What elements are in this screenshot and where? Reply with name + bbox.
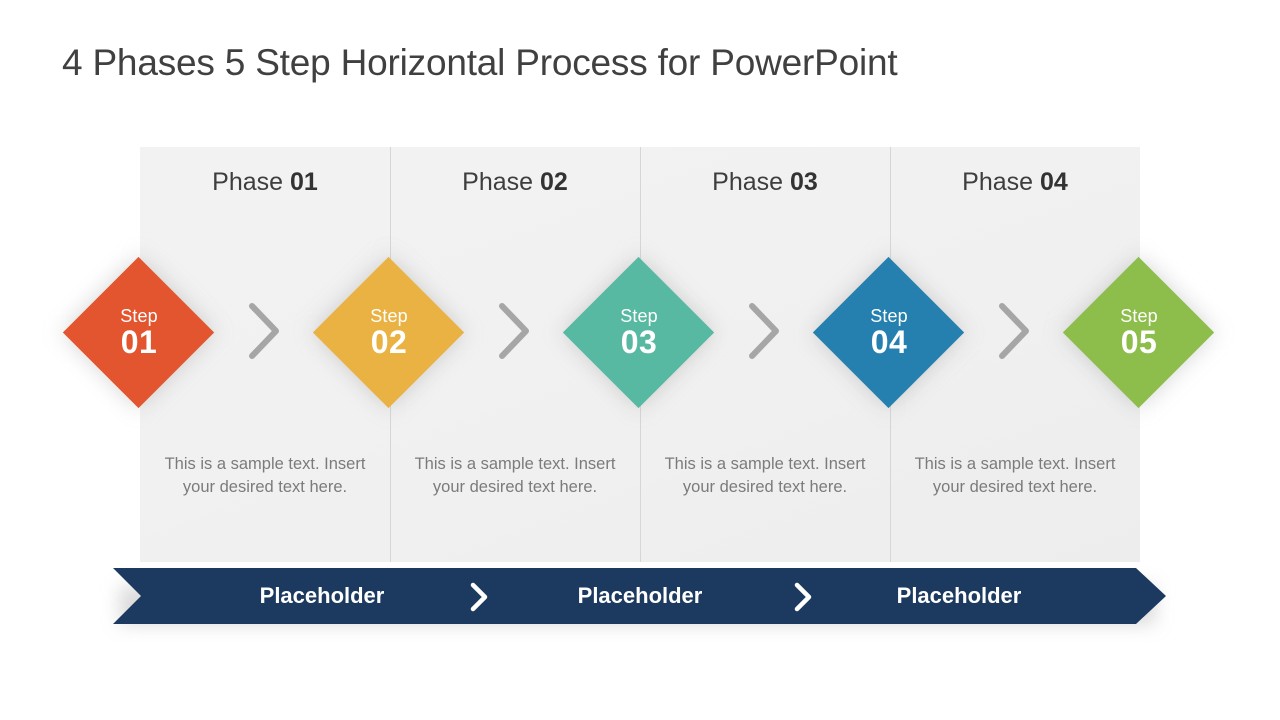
banner-item-1[interactable]: Placeholder	[192, 583, 452, 609]
diamond-shape	[312, 256, 465, 409]
diamond-shape	[562, 256, 715, 409]
phase-header-4: Phase 04	[890, 168, 1140, 197]
step-diamond-5[interactable]: Step 05	[1062, 256, 1215, 409]
phase-header-word: Phase	[962, 168, 1034, 196]
banner-separator-chevron-1	[465, 581, 493, 613]
phase-header-2: Phase 02	[390, 168, 640, 197]
step-diamond-3[interactable]: Step 03	[562, 256, 715, 409]
phase-header-number: 02	[540, 168, 568, 196]
diamond-shape	[62, 256, 215, 409]
chevron-right-icon	[999, 303, 1029, 359]
phase-body-2: This is a sample text. Insert your desir…	[414, 455, 616, 496]
phase-header-number: 03	[790, 168, 818, 196]
chevron-right-icon	[249, 303, 279, 359]
diamond-shape	[1062, 256, 1215, 409]
step-diamond-2[interactable]: Step 02	[312, 256, 465, 409]
chevron-right-icon	[499, 303, 529, 359]
phase-body-1: This is a sample text. Insert your desir…	[164, 455, 366, 496]
phase-header-3: Phase 03	[640, 168, 890, 197]
phase-header-word: Phase	[212, 168, 284, 196]
step-separator-chevron-3	[744, 300, 784, 362]
step-separator-chevron-2	[494, 300, 534, 362]
slide-canvas: 4 Phases 5 Step Horizontal Process for P…	[0, 0, 1280, 720]
banner-separator-chevron-2	[789, 581, 817, 613]
phase-header-word: Phase	[462, 168, 534, 196]
page-title: 4 Phases 5 Step Horizontal Process for P…	[62, 42, 898, 83]
chevron-right-icon	[794, 582, 812, 612]
diamond-shape	[812, 256, 965, 409]
chevron-right-icon	[749, 303, 779, 359]
banner-item-2[interactable]: Placeholder	[510, 583, 770, 609]
chevron-right-icon	[470, 582, 488, 612]
phase-body-3: This is a sample text. Insert your desir…	[664, 455, 866, 496]
phase-header-1: Phase 01	[140, 168, 390, 197]
phase-body-4: This is a sample text. Insert your desir…	[914, 455, 1116, 496]
phase-header-number: 04	[1040, 168, 1068, 196]
step-diamond-4[interactable]: Step 04	[812, 256, 965, 409]
phase-header-number: 01	[290, 168, 318, 196]
banner-item-3[interactable]: Placeholder	[829, 583, 1089, 609]
step-diamond-1[interactable]: Step 01	[62, 256, 215, 409]
step-separator-chevron-4	[994, 300, 1034, 362]
step-separator-chevron-1	[244, 300, 284, 362]
phase-header-word: Phase	[712, 168, 784, 196]
